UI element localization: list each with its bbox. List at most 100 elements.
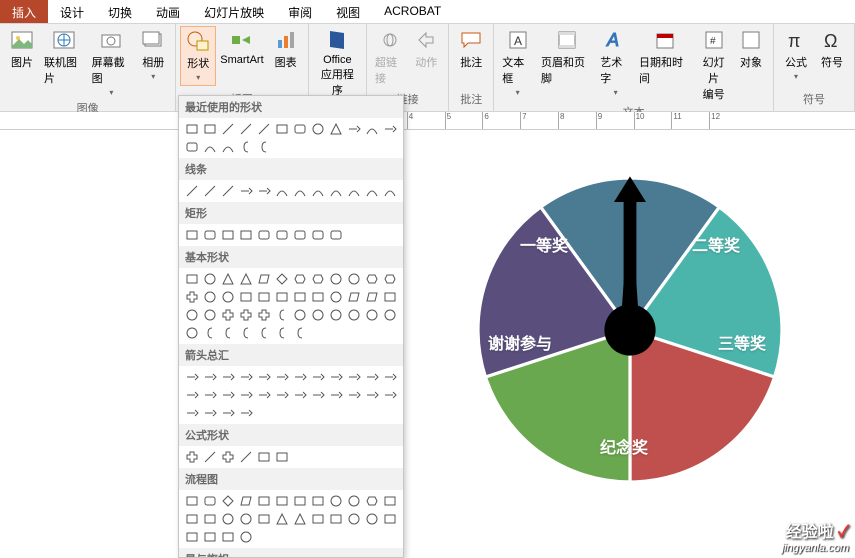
online-picture-button[interactable]: 联机图片: [40, 26, 88, 88]
shape-item[interactable]: [309, 368, 327, 386]
shape-item[interactable]: [183, 138, 201, 156]
shape-item[interactable]: [363, 120, 381, 138]
tab-insert[interactable]: 插入: [0, 0, 48, 23]
slide-canvas[interactable]: 一等奖 二等奖 三等奖 纪念奖 谢谢参与: [405, 130, 855, 558]
shape-item[interactable]: [201, 120, 219, 138]
shape-item[interactable]: [219, 510, 237, 528]
slide-number-button[interactable]: #幻灯片 编号: [694, 26, 733, 104]
shape-item[interactable]: [201, 404, 219, 422]
shape-item[interactable]: [291, 306, 309, 324]
shape-item[interactable]: [201, 306, 219, 324]
shape-item[interactable]: [327, 226, 345, 244]
shape-item[interactable]: [237, 448, 255, 466]
shape-item[interactable]: [255, 448, 273, 466]
shape-item[interactable]: [183, 270, 201, 288]
shape-item[interactable]: [183, 492, 201, 510]
shape-item[interactable]: [291, 324, 309, 342]
shape-item[interactable]: [345, 120, 363, 138]
shape-item[interactable]: [237, 306, 255, 324]
textbox-button[interactable]: A文本框: [498, 26, 537, 100]
shape-item[interactable]: [183, 528, 201, 546]
shape-item[interactable]: [363, 288, 381, 306]
tab-design[interactable]: 设计: [48, 0, 96, 23]
shape-item[interactable]: [219, 226, 237, 244]
shape-item[interactable]: [291, 270, 309, 288]
shape-item[interactable]: [381, 306, 399, 324]
shape-item[interactable]: [291, 226, 309, 244]
shape-item[interactable]: [237, 386, 255, 404]
shape-item[interactable]: [291, 386, 309, 404]
shape-item[interactable]: [327, 288, 345, 306]
shape-item[interactable]: [273, 226, 291, 244]
shape-item[interactable]: [255, 324, 273, 342]
datetime-button[interactable]: 日期和时间: [635, 26, 694, 88]
shape-item[interactable]: [219, 120, 237, 138]
shape-item[interactable]: [237, 226, 255, 244]
shape-item[interactable]: [201, 324, 219, 342]
screenshot-button[interactable]: 屏幕截图: [88, 26, 136, 100]
shape-item[interactable]: [345, 306, 363, 324]
header-footer-button[interactable]: 页眉和页脚: [537, 26, 596, 88]
shape-item[interactable]: [309, 270, 327, 288]
shape-item[interactable]: [201, 182, 219, 200]
shape-item[interactable]: [381, 492, 399, 510]
shape-item[interactable]: [363, 368, 381, 386]
shape-item[interactable]: [237, 324, 255, 342]
shape-item[interactable]: [381, 270, 399, 288]
shape-item[interactable]: [255, 226, 273, 244]
shape-item[interactable]: [237, 528, 255, 546]
shape-item[interactable]: [219, 386, 237, 404]
shape-item[interactable]: [273, 492, 291, 510]
shape-item[interactable]: [363, 270, 381, 288]
shape-item[interactable]: [309, 492, 327, 510]
shape-item[interactable]: [237, 182, 255, 200]
shapes-button[interactable]: 形状: [180, 26, 216, 86]
shape-item[interactable]: [381, 510, 399, 528]
shape-item[interactable]: [327, 510, 345, 528]
shape-item[interactable]: [201, 138, 219, 156]
shape-item[interactable]: [381, 288, 399, 306]
smartart-button[interactable]: SmartArt: [216, 26, 267, 68]
shape-item[interactable]: [381, 120, 399, 138]
shape-item[interactable]: [273, 120, 291, 138]
tab-slideshow[interactable]: 幻灯片放映: [192, 0, 276, 23]
shape-item[interactable]: [255, 182, 273, 200]
shape-item[interactable]: [237, 492, 255, 510]
shape-item[interactable]: [201, 386, 219, 404]
picture-button[interactable]: 图片: [4, 26, 40, 72]
shape-item[interactable]: [237, 510, 255, 528]
shape-item[interactable]: [219, 404, 237, 422]
shape-item[interactable]: [183, 404, 201, 422]
shape-item[interactable]: [327, 182, 345, 200]
tab-acrobat[interactable]: ACROBAT: [372, 0, 453, 23]
shape-item[interactable]: [201, 528, 219, 546]
shape-item[interactable]: [255, 510, 273, 528]
shape-item[interactable]: [363, 182, 381, 200]
shape-item[interactable]: [237, 270, 255, 288]
shape-item[interactable]: [219, 448, 237, 466]
shape-item[interactable]: [309, 510, 327, 528]
shape-item[interactable]: [309, 306, 327, 324]
shape-item[interactable]: [345, 288, 363, 306]
shape-item[interactable]: [219, 368, 237, 386]
shape-item[interactable]: [273, 368, 291, 386]
shape-item[interactable]: [345, 510, 363, 528]
shape-item[interactable]: [183, 510, 201, 528]
shape-item[interactable]: [237, 120, 255, 138]
shape-item[interactable]: [219, 324, 237, 342]
equation-button[interactable]: π公式: [778, 26, 814, 84]
shape-item[interactable]: [237, 288, 255, 306]
shape-item[interactable]: [183, 448, 201, 466]
shape-item[interactable]: [255, 120, 273, 138]
object-button[interactable]: 对象: [733, 26, 769, 72]
shape-item[interactable]: [363, 492, 381, 510]
shape-item[interactable]: [291, 492, 309, 510]
shape-item[interactable]: [345, 492, 363, 510]
shape-item[interactable]: [327, 492, 345, 510]
shape-item[interactable]: [327, 270, 345, 288]
shape-item[interactable]: [201, 368, 219, 386]
shape-item[interactable]: [183, 120, 201, 138]
shape-item[interactable]: [183, 306, 201, 324]
shape-item[interactable]: [273, 324, 291, 342]
album-button[interactable]: 相册: [135, 26, 171, 84]
